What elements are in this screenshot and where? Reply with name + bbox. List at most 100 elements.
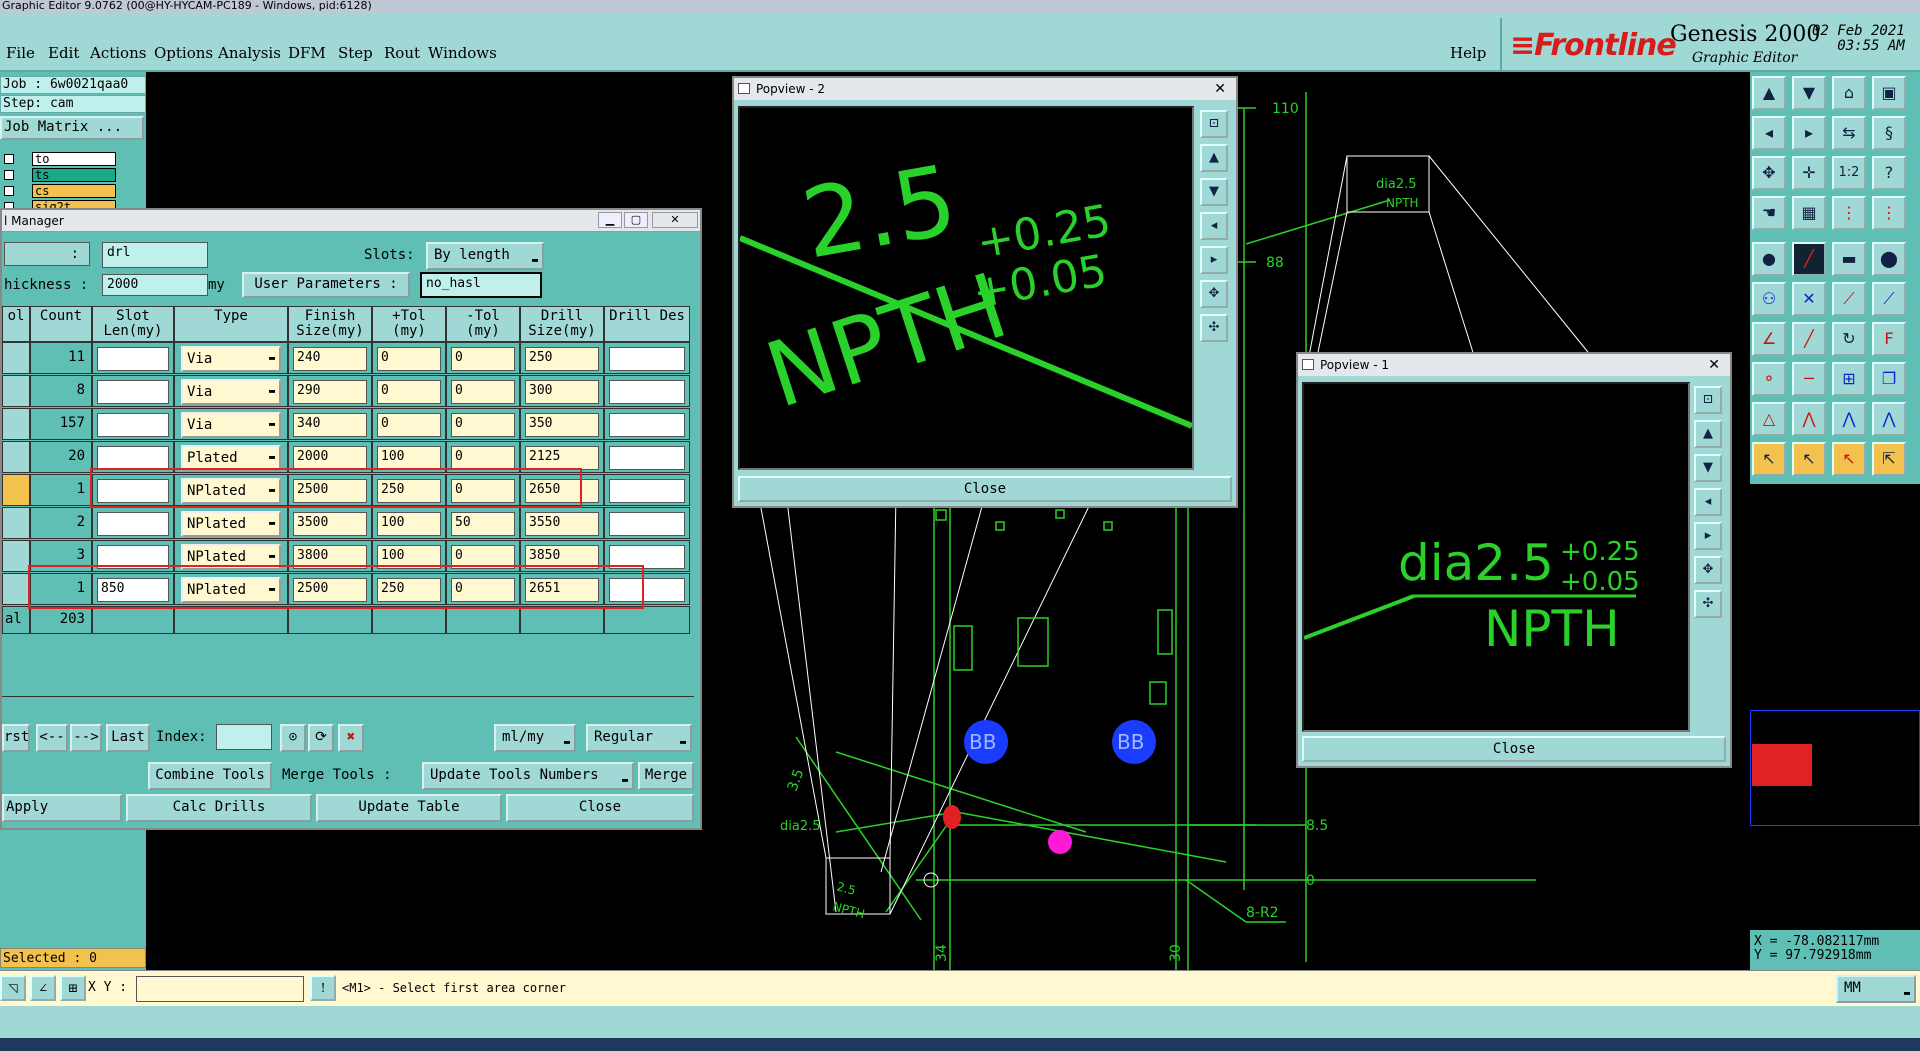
measure-icon[interactable]: ✥ <box>1752 156 1786 190</box>
row-select-button[interactable] <box>2 540 30 572</box>
layer-down-icon[interactable]: ▼ <box>1792 76 1826 110</box>
mode-dropdown[interactable]: Regular ▬ <box>586 724 692 752</box>
copy-icon[interactable]: ❐ <box>1872 362 1906 396</box>
pan-icon[interactable]: ⇆ <box>1832 116 1866 150</box>
pan-left-icon[interactable]: ◂ <box>1200 212 1228 240</box>
slots-dropdown[interactable]: By length ▬ <box>426 242 544 270</box>
des-field[interactable] <box>609 479 685 503</box>
horizontal-scrollbar[interactable] <box>2 696 694 710</box>
dash-icon[interactable]: ▬ <box>1832 242 1866 276</box>
pointer-red-icon[interactable]: ↖ <box>1832 442 1866 476</box>
slot-field[interactable] <box>97 413 169 437</box>
type-dropdown[interactable]: Via ▬ <box>181 412 281 438</box>
route-alt-icon[interactable]: ⋮ <box>1872 196 1906 230</box>
finish-field[interactable]: 3500 <box>293 512 367 536</box>
drill-field[interactable]: 250 <box>525 347 599 371</box>
close-icon[interactable]: ✕ <box>652 212 698 228</box>
mtol-field[interactable]: 0 <box>451 446 515 470</box>
pan-right-icon[interactable]: ▸ <box>1200 246 1228 274</box>
ptol-field[interactable]: 100 <box>377 446 441 470</box>
popview-2-screen[interactable]: 2.5 +0.25 +0.05 NPTH <box>738 106 1194 470</box>
center-icon[interactable]: ✥ <box>1694 556 1722 584</box>
fit-icon[interactable]: ▣ <box>1872 76 1906 110</box>
drill-field[interactable]: 3550 <box>525 512 599 536</box>
finish-field[interactable]: 2000 <box>293 446 367 470</box>
ptol-field[interactable]: 0 <box>377 413 441 437</box>
segment-icon[interactable]: ⟋ <box>1832 282 1866 316</box>
des-field[interactable] <box>609 413 685 437</box>
update-tools-numbers-dropdown[interactable]: Update Tools Numbers ▬ <box>422 762 634 790</box>
pointer-multi-icon[interactable]: ⇱ <box>1872 442 1906 476</box>
fit-icon[interactable]: ⊡ <box>1200 110 1228 138</box>
pointer-icon[interactable]: ↖ <box>1752 442 1786 476</box>
menu-dfm[interactable]: DFM <box>288 44 326 62</box>
layer-checkbox[interactable] <box>4 186 14 196</box>
close-icon[interactable]: ✕ <box>1214 78 1226 100</box>
slot-field[interactable] <box>97 512 169 536</box>
mtol-field[interactable]: 0 <box>451 380 515 404</box>
row-select-button[interactable] <box>2 474 30 506</box>
layer-row[interactable]: ts <box>0 168 118 182</box>
maximize-icon[interactable]: ▢ <box>624 212 648 228</box>
apply-button[interactable]: Apply <box>2 794 122 822</box>
finish-field[interactable]: 240 <box>293 347 367 371</box>
mtol-field[interactable]: 0 <box>451 413 515 437</box>
row-select-button[interactable] <box>2 441 30 473</box>
drill-field[interactable]: 300 <box>525 380 599 404</box>
drill-field[interactable]: 2125 <box>525 446 599 470</box>
first-button[interactable]: rst <box>2 724 30 752</box>
info-icon[interactable]: ! <box>310 975 336 1001</box>
zoom-box-icon[interactable]: ◹ <box>0 975 26 1001</box>
ptol-field[interactable]: 0 <box>377 380 441 404</box>
user-parameters-button[interactable]: User Parameters : <box>242 272 410 298</box>
zoom-out-icon[interactable]: ▼ <box>1200 178 1228 206</box>
menu-analysis[interactable]: Analysis <box>218 44 281 62</box>
xy-input[interactable] <box>136 976 304 1002</box>
drill-field[interactable]: 350 <box>525 413 599 437</box>
box-icon[interactable]: ⊞ <box>1832 362 1866 396</box>
row-select-button[interactable] <box>2 573 30 605</box>
dot-icon[interactable]: ⬤ <box>1872 242 1906 276</box>
layer-row[interactable]: cs <box>0 184 118 198</box>
hand-icon[interactable]: ☚ <box>1752 196 1786 230</box>
row-select-button[interactable] <box>2 342 30 374</box>
mtol-field[interactable]: 0 <box>451 347 515 371</box>
hline-icon[interactable]: ─ <box>1792 362 1826 396</box>
row-select-button[interactable] <box>2 375 30 407</box>
search-icon[interactable]: ⊙ <box>280 724 306 752</box>
finish-field[interactable]: 340 <box>293 413 367 437</box>
zoom-in-icon[interactable]: ◂ <box>1752 116 1786 150</box>
row-select-button[interactable] <box>2 507 30 539</box>
des-field[interactable] <box>609 512 685 536</box>
ptol-field[interactable]: 0 <box>377 347 441 371</box>
arc-icon[interactable]: ↻ <box>1832 322 1866 356</box>
units-select[interactable]: MM ▬ <box>1836 975 1916 1003</box>
user-parameters-field[interactable]: no_hasl <box>420 272 542 298</box>
des-field[interactable] <box>609 446 685 470</box>
type-dropdown[interactable]: Via ▬ <box>181 346 281 372</box>
job-matrix-button[interactable]: Job Matrix ... <box>0 116 144 140</box>
next-button[interactable]: --> <box>70 724 102 752</box>
row-select-button[interactable] <box>2 408 30 440</box>
menu-file[interactable]: File <box>6 44 35 62</box>
slot-field[interactable] <box>97 347 169 371</box>
close-button[interactable]: Close <box>506 794 694 822</box>
line-add-icon[interactable]: ╱ <box>1792 242 1826 276</box>
zoom-in-icon[interactable]: ▲ <box>1694 420 1722 448</box>
name-field[interactable]: drl <box>102 242 208 268</box>
snap-icon[interactable]: § <box>1872 116 1906 150</box>
menu-options[interactable]: Options <box>154 44 213 62</box>
des-field[interactable] <box>609 347 685 371</box>
type-dropdown[interactable]: Via ▬ <box>181 379 281 405</box>
index-field[interactable] <box>216 724 272 750</box>
node-icon[interactable]: ⚬ <box>1752 362 1786 396</box>
combine-tools-button[interactable]: Combine Tools <box>148 762 272 790</box>
pointer-select-icon[interactable]: ↖ <box>1792 442 1826 476</box>
popview-2-close-button[interactable]: Close <box>738 476 1232 502</box>
snap-angle-icon[interactable]: ∠ <box>30 975 56 1001</box>
mtol-field[interactable]: 50 <box>451 512 515 536</box>
popview-1-screen[interactable]: dia2.5 +0.25 +0.05 NPTH <box>1302 382 1690 732</box>
zoom-out-icon[interactable]: ▸ <box>1792 116 1826 150</box>
des-field[interactable] <box>609 380 685 404</box>
triangle-blue-icon[interactable]: ⋀ <box>1832 402 1866 436</box>
